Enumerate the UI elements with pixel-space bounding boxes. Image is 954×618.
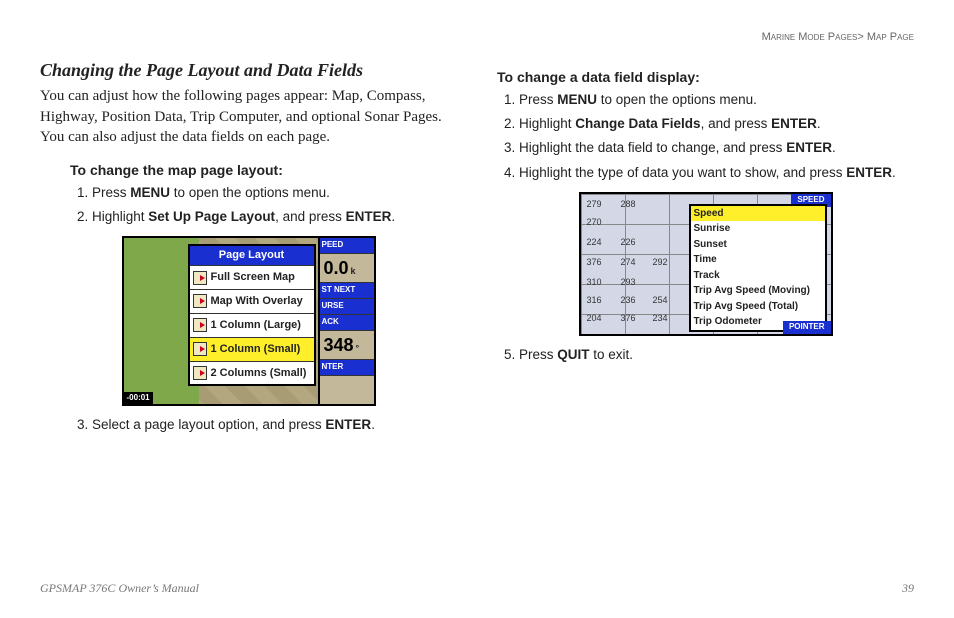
list-item: Highlight Set Up Page Layout, and press … <box>92 208 457 226</box>
menu-item: Full Screen Map <box>190 265 314 289</box>
menu-item: Map With Overlay <box>190 289 314 313</box>
list-item: Select a page layout option, and press E… <box>92 416 457 434</box>
breadcrumb-page: Map Page <box>864 31 914 43</box>
waypoint-icon <box>193 366 207 380</box>
field-header: PEED <box>320 238 374 254</box>
waypoint-icon <box>193 294 207 308</box>
menu-title: Page Layout <box>190 246 314 265</box>
waypoint-icon <box>193 271 207 285</box>
field-value: 0.0k <box>320 254 374 283</box>
footer: GPSMAP 376C Owner’s Manual 39 <box>40 580 914 596</box>
pointer-label: POINTER <box>783 321 831 334</box>
section-title: Changing the Page Layout and Data Fields <box>40 58 457 82</box>
field-header: NTER <box>320 360 374 376</box>
list-item: Press MENU to open the options menu. <box>92 184 457 202</box>
left-column: Changing the Page Layout and Data Fields… <box>40 30 457 598</box>
menu-item-selected: 1 Column (Small) <box>190 337 314 361</box>
menu-item: Sunset <box>691 237 825 253</box>
data-column: PEED 0.0k ST NEXT URSE ACK 348° NTER <box>318 238 374 404</box>
left-steps: Press MENU to open the options menu. Hig… <box>70 184 457 226</box>
list-item: Press MENU to open the options menu. <box>519 91 914 109</box>
footer-title: GPSMAP 376C Owner’s Manual <box>40 580 199 596</box>
field-value: 348° <box>320 331 374 360</box>
waypoint-icon <box>193 318 207 332</box>
field-header: ST NEXT <box>320 283 374 299</box>
menu-item: 1 Column (Large) <box>190 313 314 337</box>
waypoint-icon <box>193 342 207 356</box>
page-number: 39 <box>902 580 914 596</box>
list-item: Highlight Change Data Fields, and press … <box>519 115 914 133</box>
right-steps-cont: Press QUIT to exit. <box>497 346 914 364</box>
field-header: URSE <box>320 299 374 315</box>
field-header: ACK <box>320 315 374 331</box>
menu-item: Trip Avg Speed (Moving) <box>691 283 825 299</box>
page: Marine Mode Pages> Map Page Changing the… <box>0 0 954 618</box>
intro-text: You can adjust how the following pages a… <box>40 86 457 147</box>
right-steps: Press MENU to open the options menu. Hig… <box>497 91 914 182</box>
right-column: To change a data field display: Press ME… <box>497 30 914 598</box>
list-item: Press QUIT to exit. <box>519 346 914 364</box>
breadcrumb-section: Marine Mode Pages <box>762 31 858 43</box>
status-bar: -00:01 <box>124 392 153 405</box>
figure-right: SPEED 279 288 270 224 226 376 274 292 31… <box>497 192 914 336</box>
gps-screenshot-layout: PEED 0.0k ST NEXT URSE ACK 348° NTER Pag… <box>122 236 376 406</box>
menu-item: Trip Avg Speed (Total) <box>691 299 825 315</box>
page-layout-menu: Page Layout Full Screen Map Map With Ove… <box>188 244 316 386</box>
list-item: Highlight the data field to change, and … <box>519 139 914 157</box>
figure-left: PEED 0.0k ST NEXT URSE ACK 348° NTER Pag… <box>40 236 457 406</box>
gps-screenshot-datafield: SPEED 279 288 270 224 226 376 274 292 31… <box>579 192 833 336</box>
right-h3: To change a data field display: <box>497 68 914 87</box>
menu-item: 2 Columns (Small) <box>190 361 314 385</box>
breadcrumb: Marine Mode Pages> Map Page <box>762 30 914 45</box>
list-item: Highlight the type of data you want to s… <box>519 164 914 182</box>
left-h3: To change the map page layout: <box>70 161 457 180</box>
menu-item: Time <box>691 252 825 268</box>
menu-item: Sunrise <box>691 221 825 237</box>
menu-item-selected: Speed <box>691 206 825 222</box>
data-field-menu: Speed Sunrise Sunset Time Track Trip Avg… <box>689 204 827 332</box>
menu-item: Track <box>691 268 825 284</box>
left-steps-cont: Select a page layout option, and press E… <box>70 416 457 434</box>
